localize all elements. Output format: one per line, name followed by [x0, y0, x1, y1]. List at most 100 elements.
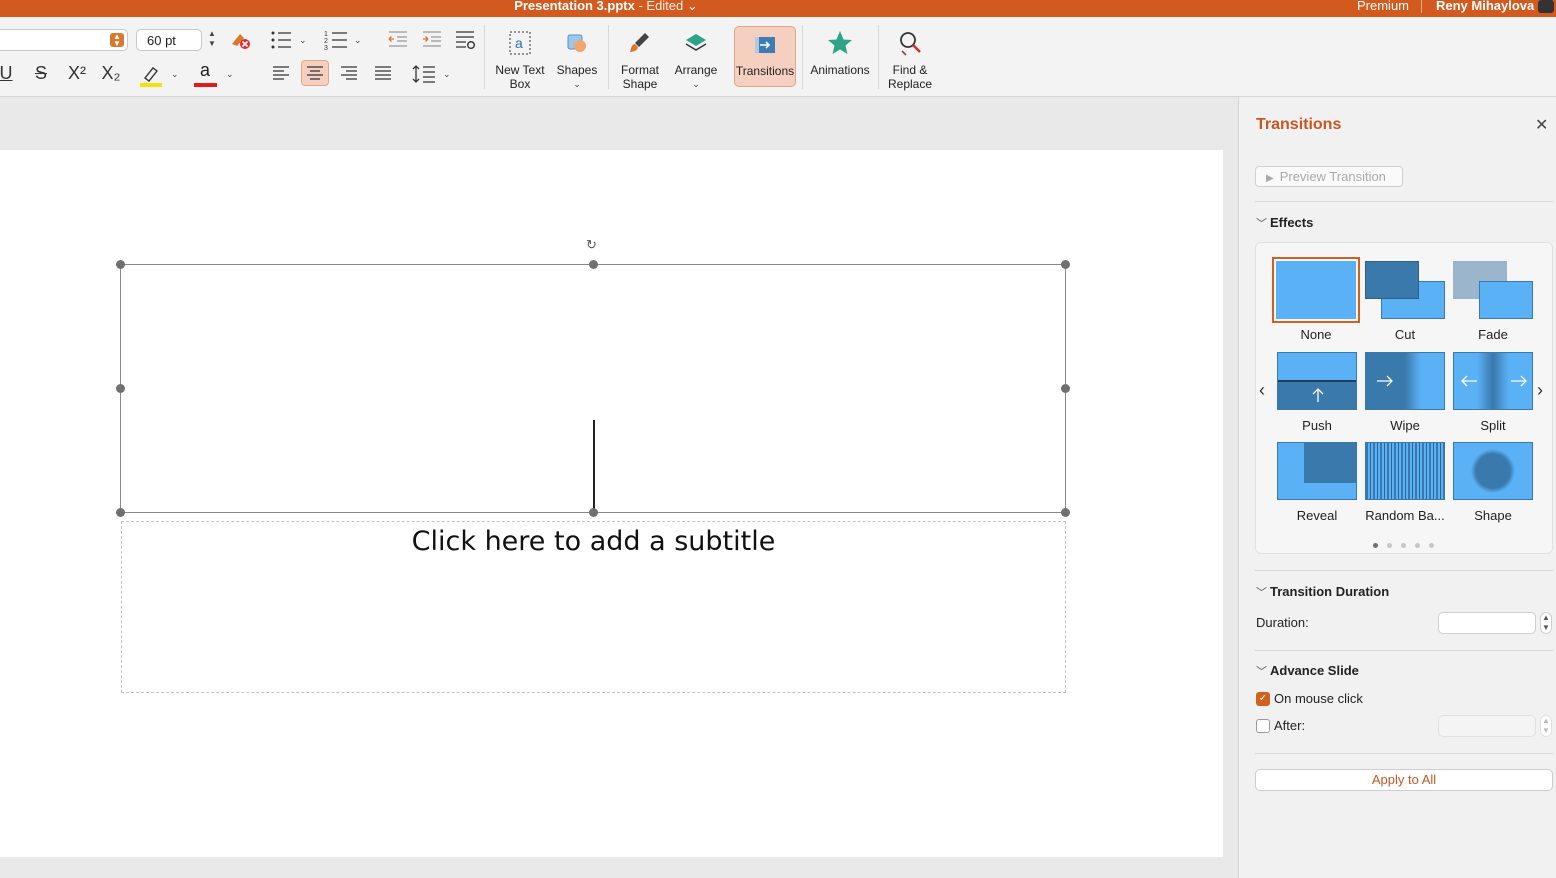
font-size-field[interactable]: 60 pt — [136, 29, 202, 51]
effect-shape-thumbnail — [1453, 442, 1533, 500]
resize-handle[interactable] — [116, 508, 125, 517]
effect-wipe[interactable]: Wipe — [1365, 352, 1445, 433]
transitions-button[interactable]: Transitions — [734, 26, 796, 87]
align-left-icon[interactable] — [267, 60, 295, 86]
effect-cut[interactable]: Cut — [1365, 261, 1445, 342]
font-color-icon[interactable]: a — [193, 60, 219, 88]
arrange-button[interactable]: Arrange ⌄ — [670, 23, 722, 91]
decrease-indent-icon[interactable] — [388, 30, 408, 53]
transitions-pane: Transitions ✕ ▶ Preview Transition ﹀ Effec… — [1238, 97, 1556, 878]
paragraph-settings-icon[interactable] — [455, 30, 477, 55]
resize-handle[interactable] — [1061, 260, 1070, 269]
effect-label: Wipe — [1390, 418, 1420, 433]
preview-transition-button[interactable]: ▶ Preview Transition — [1255, 166, 1403, 187]
close-icon[interactable]: ✕ — [1535, 115, 1548, 135]
effect-fade[interactable]: Fade — [1453, 261, 1533, 342]
chevron-left-icon[interactable]: ‹ — [1259, 380, 1265, 401]
user-name[interactable]: Reny Mihaylova — [1436, 0, 1534, 13]
effect-reveal[interactable]: Reveal — [1277, 442, 1357, 523]
effects-section-header[interactable]: ﹀ Effects — [1256, 215, 1313, 231]
bullet-list-dropdown-icon[interactable]: ⌄ — [299, 35, 307, 46]
advance-slide-section-header[interactable]: ﹀ Advance Slide — [1256, 663, 1359, 679]
document-name: Presentation 3.pptx — [514, 0, 635, 13]
resize-handle[interactable] — [1061, 508, 1070, 517]
new-text-box-label-1: New Text — [495, 63, 545, 77]
animations-button[interactable]: Animations — [808, 23, 872, 77]
effect-push[interactable]: Push — [1277, 352, 1357, 433]
effect-push-thumbnail — [1277, 352, 1357, 410]
rotate-handle-icon[interactable]: ↻ — [586, 237, 597, 253]
align-center-icon[interactable] — [301, 60, 329, 86]
new-text-box-button[interactable]: a New Text Box — [492, 23, 548, 91]
text-box-icon: a — [507, 23, 533, 63]
font-size-stepper[interactable]: ▲ ▼ — [206, 29, 218, 51]
shapes-button[interactable]: Shapes ⌄ — [553, 23, 601, 91]
line-spacing-dropdown-icon[interactable]: ⌄ — [443, 69, 451, 80]
underline-button[interactable]: U — [0, 60, 20, 86]
effect-label: Fade — [1478, 327, 1508, 342]
line-spacing-icon[interactable] — [412, 64, 436, 89]
premium-link[interactable]: Premium — [1357, 0, 1409, 13]
effect-split[interactable]: Split — [1453, 352, 1533, 433]
font-name-field[interactable]: ▲ ▼ — [0, 29, 128, 51]
numbered-list-dropdown-icon[interactable]: ⌄ — [354, 35, 362, 46]
highlight-color-icon[interactable] — [138, 62, 164, 88]
resize-handle[interactable] — [116, 260, 125, 269]
slide[interactable]: ↻ Click here to add a subtitle — [0, 150, 1223, 857]
strikethrough-button[interactable]: S — [27, 60, 55, 86]
page-dot[interactable] — [1429, 543, 1434, 548]
justify-icon[interactable] — [369, 60, 397, 86]
format-shape-button[interactable]: Format Shape — [614, 23, 666, 91]
subscript-button[interactable]: X₂ — [97, 60, 125, 86]
duration-stepper[interactable]: ▲ ▼ — [1540, 612, 1552, 634]
page-dot[interactable] — [1387, 543, 1392, 548]
shapes-label: Shapes — [556, 63, 598, 77]
apply-to-all-button[interactable]: Apply to All — [1255, 769, 1553, 791]
find-replace-button[interactable]: Find & Replace — [884, 23, 936, 91]
font-color-dropdown-icon[interactable]: ⌄ — [226, 69, 234, 80]
effect-label: Cut — [1394, 327, 1416, 342]
duration-field[interactable] — [1438, 612, 1536, 634]
layers-icon — [683, 23, 709, 63]
after-checkbox[interactable] — [1256, 719, 1270, 733]
effect-random-bars[interactable]: Random Ba... — [1365, 442, 1445, 523]
page-dot[interactable] — [1415, 543, 1420, 548]
page-dot[interactable] — [1373, 543, 1378, 548]
chevron-right-icon[interactable]: › — [1537, 380, 1543, 401]
document-title[interactable]: Presentation 3.pptx - Edited ⌄ — [0, 0, 1212, 14]
effect-fade-thumbnail — [1453, 261, 1533, 319]
find-replace-label-1: Find & — [892, 63, 928, 77]
chevron-down-icon: ﹀ — [1256, 666, 1267, 678]
avatar[interactable] — [1538, 0, 1554, 13]
superscript-button[interactable]: X² — [63, 60, 91, 86]
svg-text:a: a — [515, 35, 523, 51]
document-status: - Edited — [634, 0, 684, 13]
effect-reveal-thumbnail — [1277, 442, 1357, 500]
resize-handle[interactable] — [116, 384, 125, 393]
effect-cut-thumbnail — [1365, 261, 1445, 319]
on-mouse-click-checkbox[interactable]: ✓ — [1256, 692, 1270, 706]
resize-handle[interactable] — [1061, 384, 1070, 393]
clear-formatting-icon[interactable] — [226, 27, 254, 53]
svg-text:2: 2 — [324, 38, 328, 45]
resize-handle[interactable] — [589, 508, 598, 517]
highlight-dropdown-icon[interactable]: ⌄ — [171, 69, 179, 80]
subtitle-placeholder[interactable]: Click here to add a subtitle — [121, 521, 1066, 693]
duration-label: Duration: — [1256, 615, 1309, 630]
divider — [1421, 0, 1422, 13]
star-icon — [826, 23, 854, 63]
increase-indent-icon[interactable] — [422, 30, 442, 53]
font-name-stepper-icon[interactable]: ▲ ▼ — [110, 33, 124, 48]
bullet-list-icon[interactable] — [270, 29, 292, 56]
align-right-icon[interactable] — [335, 60, 363, 86]
gallery-pagination[interactable] — [1373, 543, 1443, 548]
numbered-list-icon[interactable]: 123 — [324, 29, 348, 56]
resize-handle[interactable] — [589, 260, 598, 269]
divider — [802, 25, 803, 89]
title-placeholder[interactable] — [120, 264, 1066, 513]
effect-label: Random Ba... — [1365, 508, 1445, 523]
effect-none[interactable]: None — [1272, 257, 1360, 342]
effect-shape[interactable]: Shape — [1453, 442, 1533, 523]
page-dot[interactable] — [1401, 543, 1406, 548]
duration-section-header[interactable]: ﹀ Transition Duration — [1256, 584, 1389, 600]
